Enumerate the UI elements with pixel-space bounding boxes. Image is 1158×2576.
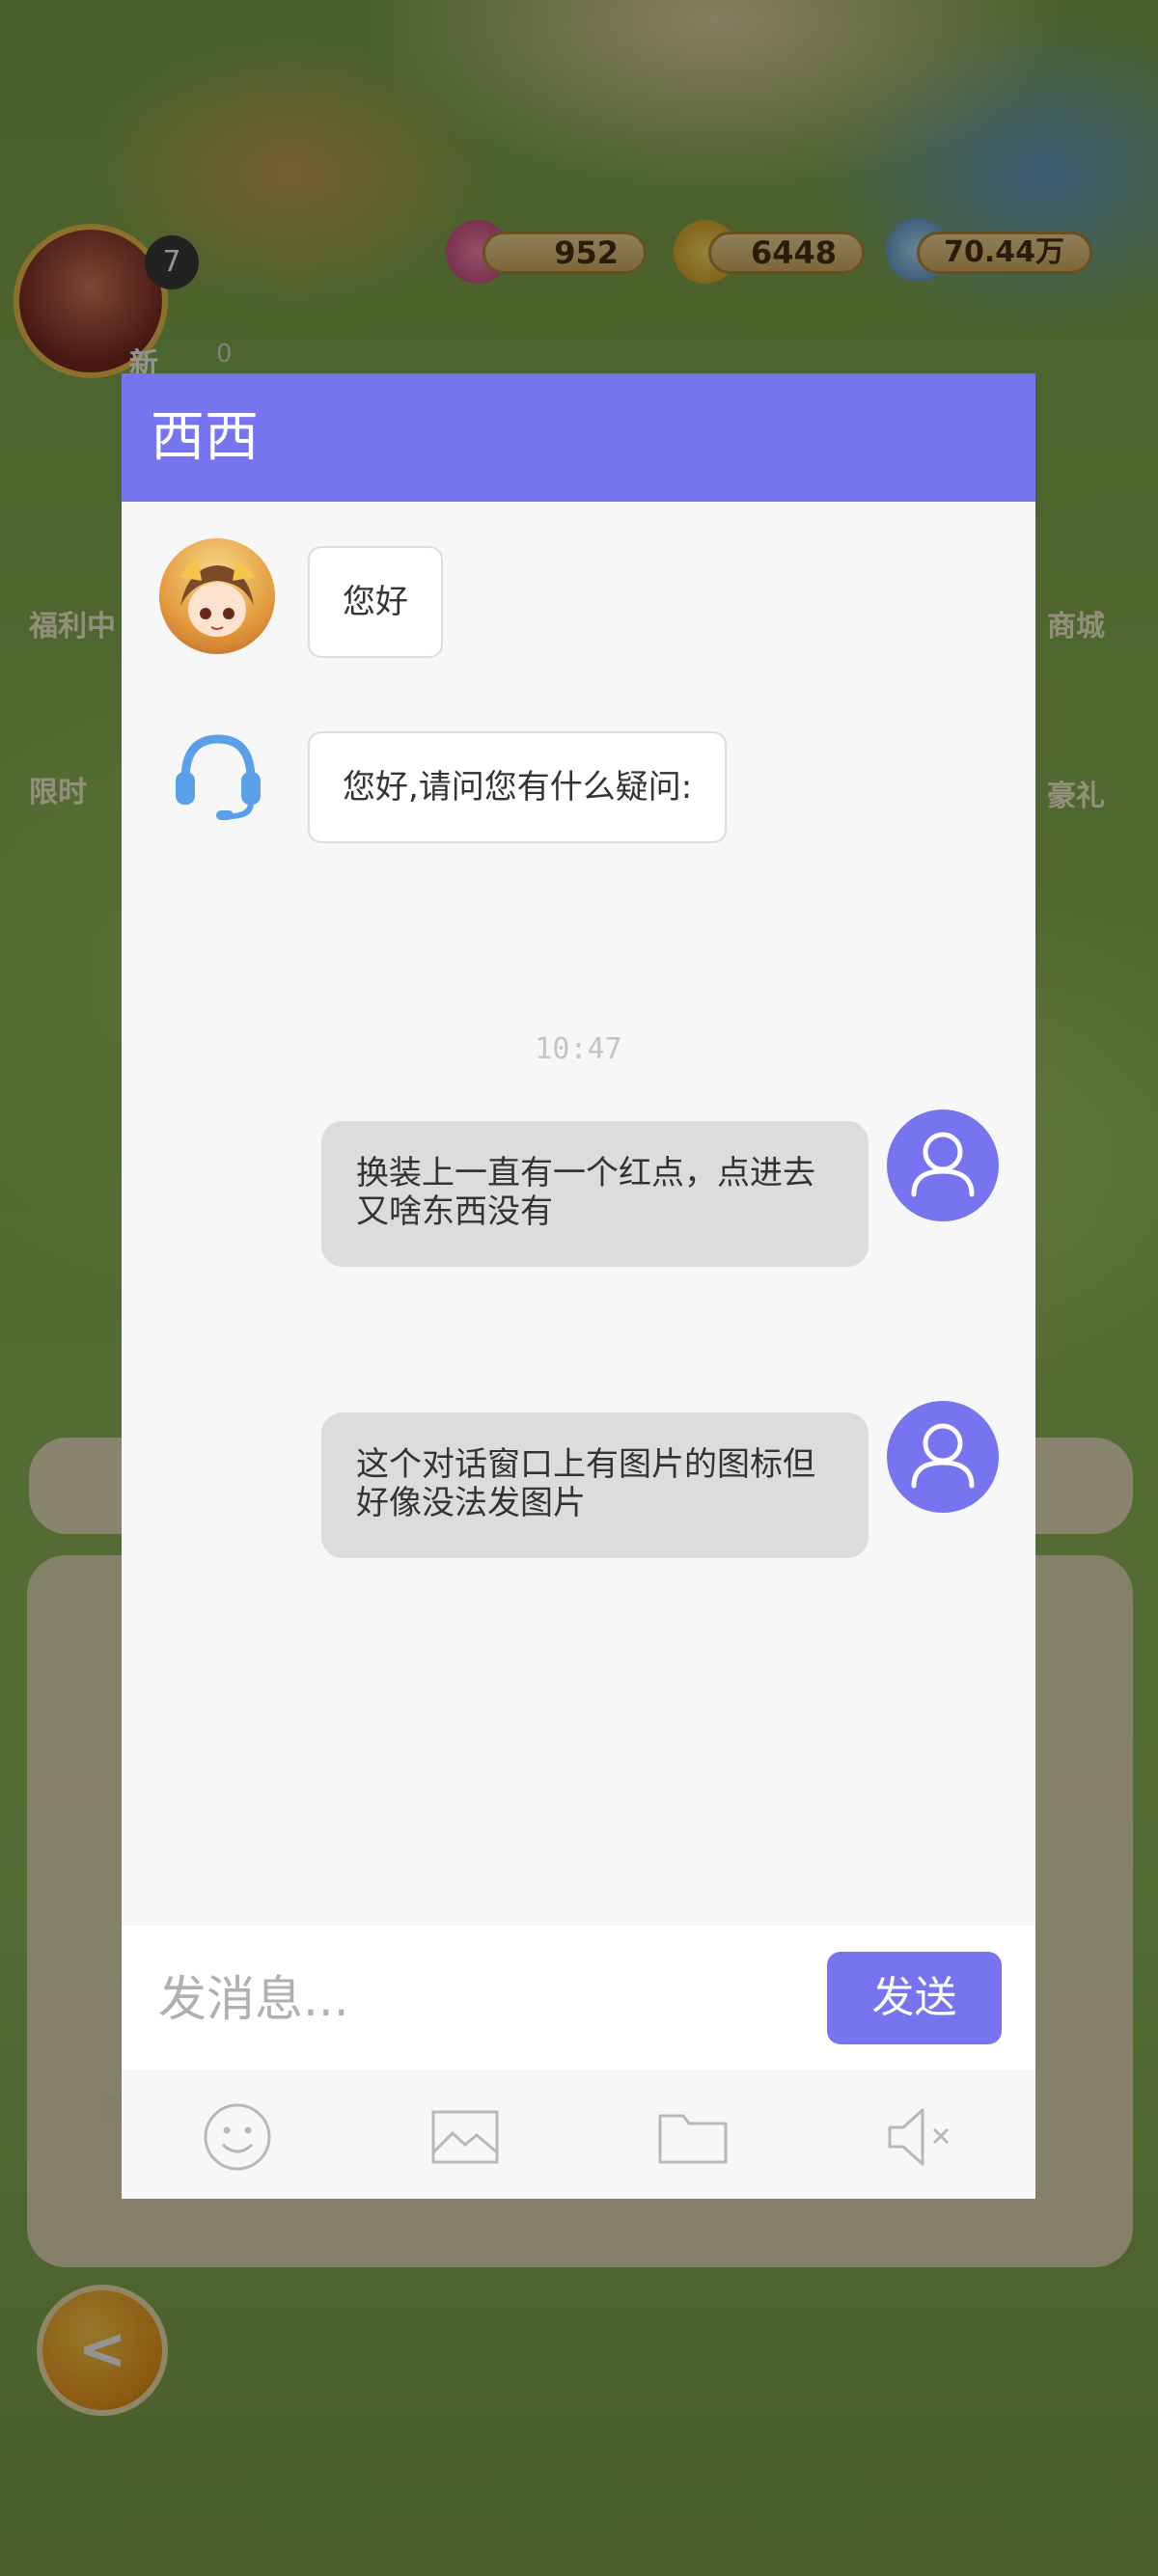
image-icon[interactable] [427, 2098, 504, 2176]
chat-title: 西西 [151, 406, 259, 469]
message-input[interactable] [156, 1955, 797, 2043]
chat-dialog: 西西 您好 您好,请问您有什么疑问: 10:47 换装上一直有一个红点，点进去又… [122, 373, 1035, 2199]
user-avatar [887, 1110, 999, 1221]
message-timestamp: 10:47 [535, 1032, 622, 1066]
support-headset-icon [170, 726, 266, 822]
anime-girl-icon [179, 558, 256, 637]
message-input-bar: 发送 [122, 1926, 1035, 2069]
message-bubble-user: 换装上一直有一个红点，点进去又啥东西没有 [321, 1121, 868, 1267]
contact-avatar [159, 538, 275, 654]
message-list[interactable]: 您好 您好,请问您有什么疑问: 10:47 换装上一直有一个红点，点进去又啥东西… [122, 502, 1035, 1926]
emoji-icon[interactable] [199, 2098, 276, 2176]
mute-icon[interactable] [884, 2098, 961, 2176]
folder-icon[interactable] [654, 2098, 731, 2176]
chat-toolbar [122, 2069, 1035, 2199]
user-icon [911, 1423, 975, 1489]
message-bubble-support: 您好,请问您有什么疑问: [308, 731, 728, 843]
message-bubble-contact: 您好 [308, 546, 443, 658]
send-button[interactable]: 发送 [827, 1952, 1002, 2044]
user-icon [911, 1132, 975, 1197]
message-bubble-user: 这个对话窗口上有图片的图标但好像没法发图片 [321, 1412, 868, 1558]
user-avatar [887, 1401, 999, 1513]
chat-header: 西西 [122, 373, 1035, 502]
